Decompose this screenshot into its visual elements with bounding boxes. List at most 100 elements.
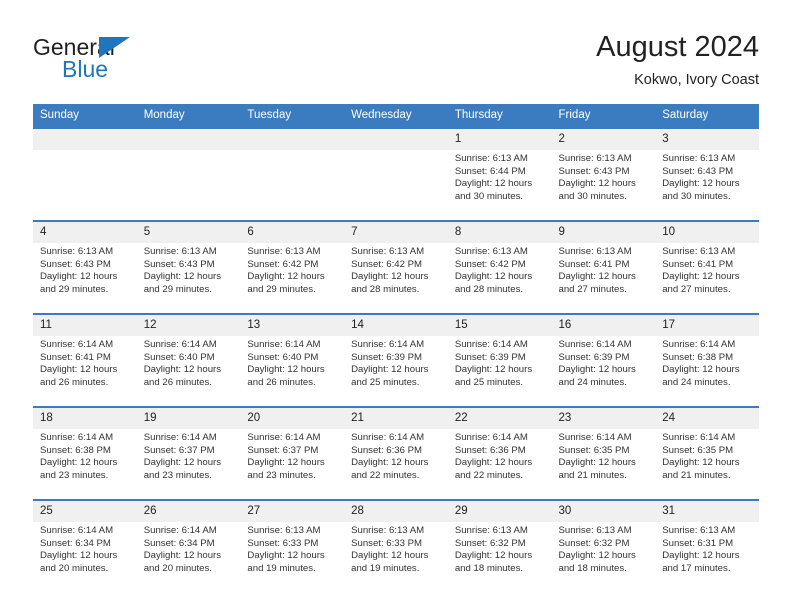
sunrise-text: Sunrise: 6:13 AM [143, 246, 217, 257]
sunset-text: Sunset: 6:42 PM [351, 258, 423, 270]
sunrise-text: Sunrise: 6:14 AM [143, 339, 217, 350]
calendar-day-cell[interactable]: 10 Sunrise: 6:13 AM Sunset: 6:41 PM Dayligh… [655, 220, 759, 314]
sunset-text: Sunset: 6:34 PM [143, 537, 215, 549]
day-number: 29 [447, 501, 552, 522]
sunrise-text: Sunrise: 6:14 AM [40, 525, 114, 536]
calendar-day-cell[interactable]: 15 Sunrise: 6:14 AM Sunset: 6:39 PM Dayligh… [447, 313, 552, 407]
calendar-day-cell[interactable]: 24 Sunrise: 6:14 AM Sunset: 6:35 PM Dayligh… [655, 406, 759, 500]
day-details: Sunrise: 6:13 AM Sunset: 6:31 PM Daylight:… [655, 522, 759, 575]
day-details: Sunrise: 6:14 AM Sunset: 6:34 PM Daylight:… [137, 522, 241, 575]
day-number: 3 [655, 129, 759, 150]
calendar-day-cell[interactable]: 8 Sunrise: 6:13 AM Sunset: 6:42 PM Daylight… [447, 220, 552, 314]
calendar-day-cell[interactable]: 30 Sunrise: 6:13 AM Sunset: 6:32 PM Dayligh… [551, 499, 656, 592]
calendar-day-cell[interactable]: 21 Sunrise: 6:14 AM Sunset: 6:36 PM Dayligh… [344, 406, 448, 500]
calendar-day-cell[interactable]: 28 Sunrise: 6:13 AM Sunset: 6:33 PM Dayligh… [344, 499, 448, 592]
calendar-day-cell[interactable]: 17 Sunrise: 6:14 AM Sunset: 6:38 PM Dayligh… [655, 313, 759, 407]
day-details: Sunrise: 6:13 AM Sunset: 6:43 PM Daylight:… [552, 150, 656, 203]
daylight-text: Daylight: 12 hours and 21 minutes. [558, 457, 636, 481]
daylight-text: Daylight: 12 hours and 29 minutes. [247, 271, 325, 295]
calendar-page: General Blue August 2024 Kokwo, Ivory Co… [0, 0, 792, 612]
day-number: 17 [655, 315, 759, 336]
daylight-text: Daylight: 12 hours and 26 minutes. [40, 364, 118, 388]
sunset-text: Sunset: 6:43 PM [558, 165, 630, 177]
calendar-day-cell[interactable]: 29 Sunrise: 6:13 AM Sunset: 6:32 PM Dayligh… [447, 499, 552, 592]
sunrise-text: Sunrise: 6:14 AM [351, 432, 425, 443]
daylight-text: Daylight: 12 hours and 18 minutes. [558, 550, 636, 574]
calendar-day-cell[interactable]: 27 Sunrise: 6:13 AM Sunset: 6:33 PM Dayligh… [240, 499, 345, 592]
daylight-text: Daylight: 12 hours and 24 minutes. [558, 364, 636, 388]
calendar-day-cell[interactable]: 31 Sunrise: 6:13 AM Sunset: 6:31 PM Dayligh… [655, 499, 759, 592]
triangle-icon [99, 37, 130, 58]
daylight-text: Daylight: 12 hours and 22 minutes. [454, 457, 533, 481]
sunrise-text: Sunrise: 6:13 AM [662, 246, 736, 257]
sunrise-text: Sunrise: 6:14 AM [662, 339, 736, 350]
calendar-day-cell[interactable]: 18 Sunrise: 6:14 AM Sunset: 6:38 PM Dayligh… [33, 406, 137, 500]
day-details: Sunrise: 6:13 AM Sunset: 6:43 PM Daylight:… [137, 243, 241, 296]
day-details: Sunrise: 6:14 AM Sunset: 6:35 PM Daylight:… [552, 429, 656, 482]
calendar-day-cell[interactable]: 13 Sunrise: 6:14 AM Sunset: 6:40 PM Dayligh… [240, 313, 345, 407]
daylight-text: Daylight: 12 hours and 23 minutes. [143, 457, 222, 481]
sunrise-text: Sunrise: 6:14 AM [454, 339, 528, 350]
day-number: 10 [655, 222, 759, 243]
daylight-text: Daylight: 12 hours and 30 minutes. [558, 178, 636, 202]
day-details: Sunrise: 6:14 AM Sunset: 6:40 PM Daylight:… [137, 336, 241, 389]
sunset-text: Sunset: 6:35 PM [662, 444, 734, 456]
sunrise-text: Sunrise: 6:14 AM [247, 432, 321, 443]
general-blue-logo[interactable]: General Blue [33, 34, 213, 90]
sunset-text: Sunset: 6:37 PM [143, 444, 215, 456]
calendar-day-cell[interactable]: 7 Sunrise: 6:13 AM Sunset: 6:42 PM Daylight… [344, 220, 448, 314]
calendar-day-cell[interactable]: 26 Sunrise: 6:14 AM Sunset: 6:34 PM Dayligh… [136, 499, 241, 592]
sunset-text: Sunset: 6:37 PM [247, 444, 319, 456]
sunrise-text: Sunrise: 6:13 AM [40, 246, 114, 257]
sunset-text: Sunset: 6:33 PM [247, 537, 319, 549]
weekday-header-tuesday: Tuesday [240, 104, 345, 128]
day-number: 15 [447, 315, 552, 336]
weekday-header-thursday: Thursday [447, 104, 552, 128]
daylight-text: Daylight: 12 hours and 20 minutes. [143, 550, 222, 574]
calendar-day-cell[interactable]: 16 Sunrise: 6:14 AM Sunset: 6:39 PM Dayligh… [551, 313, 656, 407]
calendar-day-cell[interactable]: 25 Sunrise: 6:14 AM Sunset: 6:34 PM Dayligh… [33, 499, 137, 592]
sunrise-text: Sunrise: 6:13 AM [558, 246, 632, 257]
calendar-day-cell[interactable]: 12 Sunrise: 6:14 AM Sunset: 6:40 PM Dayligh… [136, 313, 241, 407]
sunrise-text: Sunrise: 6:13 AM [247, 246, 321, 257]
sunset-text: Sunset: 6:31 PM [662, 537, 734, 549]
calendar-day-cell[interactable]: 1 Sunrise: 6:13 AM Sunset: 6:44 PM Daylight… [447, 127, 552, 221]
day-number: 19 [136, 408, 241, 429]
calendar-day-cell[interactable]: 22 Sunrise: 6:14 AM Sunset: 6:36 PM Dayligh… [447, 406, 552, 500]
day-number: 24 [655, 408, 759, 429]
day-details: Sunrise: 6:14 AM Sunset: 6:41 PM Daylight:… [33, 336, 137, 389]
calendar-day-cell[interactable]: 3 Sunrise: 6:13 AM Sunset: 6:43 PM Daylight… [655, 127, 759, 221]
day-details: Sunrise: 6:13 AM Sunset: 6:42 PM Daylight:… [240, 243, 344, 296]
daylight-text: Daylight: 12 hours and 30 minutes. [662, 178, 740, 202]
day-details: Sunrise: 6:14 AM Sunset: 6:39 PM Daylight:… [344, 336, 448, 389]
sunrise-text: Sunrise: 6:14 AM [247, 339, 321, 350]
sunrise-text: Sunrise: 6:13 AM [351, 525, 425, 536]
day-details: Sunrise: 6:13 AM Sunset: 6:43 PM Daylight:… [33, 243, 137, 296]
day-number: 21 [344, 408, 448, 429]
calendar-day-cell[interactable]: 9 Sunrise: 6:13 AM Sunset: 6:41 PM Daylight… [551, 220, 656, 314]
daylight-text: Daylight: 12 hours and 26 minutes. [143, 364, 222, 388]
daylight-text: Daylight: 12 hours and 19 minutes. [247, 550, 325, 574]
sunset-text: Sunset: 6:32 PM [558, 537, 630, 549]
sunset-text: Sunset: 6:41 PM [662, 258, 734, 270]
day-details: Sunrise: 6:14 AM Sunset: 6:39 PM Daylight:… [448, 336, 552, 389]
daylight-text: Daylight: 12 hours and 27 minutes. [662, 271, 740, 295]
calendar-day-cell[interactable]: 2 Sunrise: 6:13 AM Sunset: 6:43 PM Daylight… [551, 127, 656, 221]
calendar-day-cell[interactable]: 4 Sunrise: 6:13 AM Sunset: 6:43 PM Daylight… [33, 220, 137, 314]
calendar-day-cell[interactable]: 14 Sunrise: 6:14 AM Sunset: 6:39 PM Dayligh… [344, 313, 448, 407]
daylight-text: Daylight: 12 hours and 28 minutes. [351, 271, 429, 295]
calendar-day-cell[interactable]: 5 Sunrise: 6:13 AM Sunset: 6:43 PM Daylight… [136, 220, 241, 314]
day-number: 31 [655, 501, 759, 522]
calendar-day-cell[interactable]: 6 Sunrise: 6:13 AM Sunset: 6:42 PM Daylight… [240, 220, 345, 314]
sunrise-text: Sunrise: 6:13 AM [558, 525, 632, 536]
day-details: Sunrise: 6:13 AM Sunset: 6:32 PM Daylight:… [448, 522, 552, 575]
calendar-day-cell[interactable]: 11 Sunrise: 6:14 AM Sunset: 6:41 PM Dayligh… [33, 313, 137, 407]
calendar-day-cell[interactable]: 19 Sunrise: 6:14 AM Sunset: 6:37 PM Dayligh… [136, 406, 241, 500]
sunset-text: Sunset: 6:43 PM [662, 165, 734, 177]
day-number: 30 [551, 501, 656, 522]
calendar-day-cell[interactable]: 20 Sunrise: 6:14 AM Sunset: 6:37 PM Dayligh… [240, 406, 345, 500]
calendar-day-cell[interactable]: 23 Sunrise: 6:14 AM Sunset: 6:35 PM Dayligh… [551, 406, 656, 500]
daylight-text: Daylight: 12 hours and 26 minutes. [247, 364, 325, 388]
sunrise-text: Sunrise: 6:13 AM [558, 153, 632, 164]
sunrise-text: Sunrise: 6:14 AM [558, 339, 632, 350]
